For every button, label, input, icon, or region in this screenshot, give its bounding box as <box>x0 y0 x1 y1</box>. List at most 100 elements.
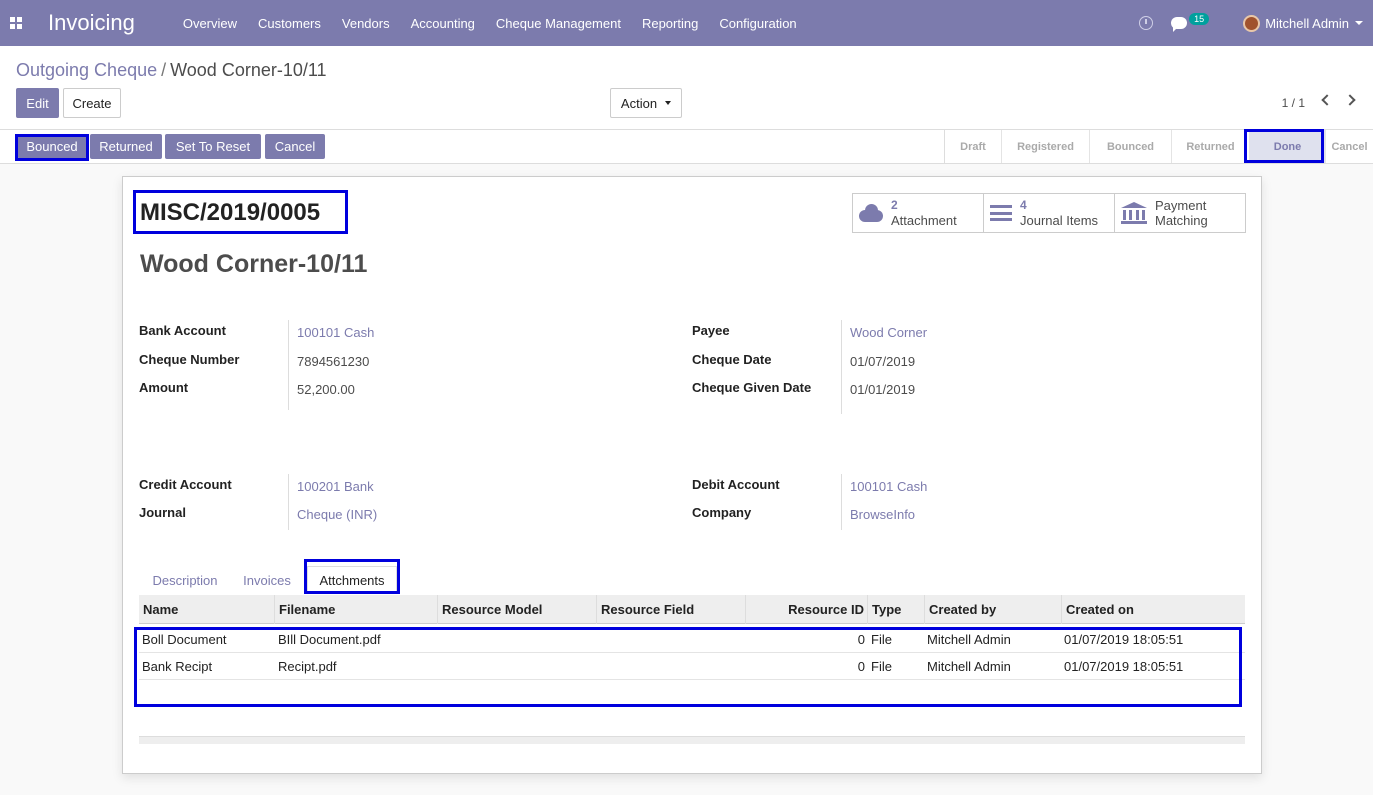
stage-draft: Draft <box>945 130 1002 163</box>
menu-accounting[interactable]: Accounting <box>411 16 475 31</box>
payment-matching-text: Payment Matching <box>1155 198 1208 228</box>
amount-value: 52,200.00 <box>297 382 355 397</box>
debit-account-value[interactable]: 100101 Cash <box>850 479 927 494</box>
menu-overview[interactable]: Overview <box>183 16 237 31</box>
cell-type: File <box>871 659 892 674</box>
tab-attachments[interactable]: Attchments <box>307 566 397 594</box>
action-caret-icon <box>665 101 672 105</box>
cancel-button[interactable]: Cancel <box>265 134 325 159</box>
menu-vendors[interactable]: Vendors <box>342 16 390 31</box>
journal-items-smart-text: 4 Journal Items <box>1020 198 1098 228</box>
menu-configuration[interactable]: Configuration <box>719 16 796 31</box>
app-brand[interactable]: Invoicing <box>48 10 135 36</box>
breadcrumb: Outgoing Cheque / Wood Corner-10/11 <box>16 60 327 81</box>
field-divider <box>288 474 289 530</box>
col-name[interactable]: Name <box>139 595 275 624</box>
journal-items-smart-button[interactable]: 4 Journal Items <box>984 194 1115 232</box>
cheque-date-value: 01/07/2019 <box>850 354 916 369</box>
cell-created-on: 01/07/2019 18:05:51 <box>1064 659 1184 674</box>
stage-registered: Registered <box>1002 130 1090 163</box>
table-row[interactable]: Boll Document BIll Document.pdf 0 File M… <box>139 626 1245 653</box>
payee-label: Payee <box>692 323 730 338</box>
company-value[interactable]: BrowseInfo <box>850 507 915 522</box>
col-created-on[interactable]: Created on <box>1062 595 1245 624</box>
attachment-label: Attachment <box>891 213 957 228</box>
payment-matching-line2: Matching <box>1155 213 1208 228</box>
menu-customers[interactable]: Customers <box>258 16 321 31</box>
field-divider <box>288 320 289 410</box>
cell-created-by: Mitchell Admin <box>927 659 1011 674</box>
action-dropdown[interactable]: Action <box>610 88 682 118</box>
bank-account-label: Bank Account <box>139 323 226 338</box>
attachment-count: 2 <box>891 198 898 212</box>
cheque-given-date-label: Cheque Given Date <box>692 380 812 395</box>
apps-menu-icon[interactable] <box>10 17 22 29</box>
user-avatar[interactable] <box>1243 14 1261 32</box>
bank-account-value[interactable]: 100101 Cash <box>297 325 374 340</box>
cheque-given-date-value: 01/01/2019 <box>850 382 916 397</box>
stage-returned: Returned <box>1172 130 1250 163</box>
cell-filename: Recipt.pdf <box>278 659 337 674</box>
cheque-number-value: 7894561230 <box>297 354 370 369</box>
bank-icon <box>1121 202 1147 224</box>
payment-matching-smart-button[interactable]: Payment Matching <box>1115 194 1245 232</box>
user-name[interactable]: Mitchell Admin <box>1265 16 1349 31</box>
main-menu: Overview Customers Vendors Accounting Ch… <box>183 16 818 31</box>
edit-button[interactable]: Edit <box>16 88 59 118</box>
payee-value[interactable]: Wood Corner <box>850 325 927 340</box>
journal-value[interactable]: Cheque (INR) <box>297 507 377 522</box>
pager-value[interactable]: 1 / 1 <box>1282 96 1305 110</box>
create-button[interactable]: Create <box>63 88 121 118</box>
pager-next-icon[interactable] <box>1344 94 1356 106</box>
cell-resource-id: 0 <box>857 632 865 647</box>
col-created-by[interactable]: Created by <box>925 595 1062 624</box>
stage-done: Done <box>1250 130 1326 163</box>
action-label: Action <box>620 95 658 111</box>
journal-items-count: 4 <box>1020 198 1027 212</box>
amount-label: Amount <box>139 380 189 395</box>
attachments-table-header: Name Filename Resource Model Resource Fi… <box>139 595 1245 624</box>
col-resource-id[interactable]: Resource ID <box>746 595 868 624</box>
credit-account-label: Credit Account <box>139 477 232 492</box>
cell-filename: BIll Document.pdf <box>278 632 381 647</box>
col-resource-model[interactable]: Resource Model <box>438 595 597 624</box>
col-resource-field[interactable]: Resource Field <box>597 595 746 624</box>
tab-invoices[interactable]: Invoices <box>235 566 299 594</box>
menu-reporting[interactable]: Reporting <box>642 16 698 31</box>
stage-bounced: Bounced <box>1090 130 1172 163</box>
statusbar: Bounced Returned Set To Reset Cancel Dra… <box>0 130 1373 164</box>
bounced-button[interactable]: Bounced <box>18 134 86 159</box>
pager-previous-icon[interactable] <box>1321 94 1333 106</box>
breadcrumb-current: Wood Corner-10/11 <box>170 60 327 80</box>
company-label: Company <box>692 505 752 520</box>
journal-label: Journal <box>139 505 186 520</box>
col-filename[interactable]: Filename <box>275 595 438 624</box>
menu-cheque-management[interactable]: Cheque Management <box>496 16 621 31</box>
cheque-date-label: Cheque Date <box>692 352 772 367</box>
cell-type: File <box>871 632 892 647</box>
smart-button-box: 2 Attachment 4 Journal Items Payment Mat… <box>852 193 1246 233</box>
chat-icon[interactable] <box>1171 17 1188 32</box>
breadcrumb-parent[interactable]: Outgoing Cheque <box>16 60 157 80</box>
table-footer <box>139 736 1245 744</box>
top-navbar: Invoicing Overview Customers Vendors Acc… <box>0 0 1373 46</box>
breadcrumb-separator: / <box>161 60 167 80</box>
cloud-upload-icon <box>859 204 883 222</box>
stage-cancel: Cancel <box>1331 140 1368 153</box>
field-divider <box>841 320 842 414</box>
col-type[interactable]: Type <box>868 595 925 624</box>
set-to-reset-button[interactable]: Set To Reset <box>165 134 261 159</box>
navbar-right: 15 Mitchell Admin <box>1139 0 1373 46</box>
control-panel: Outgoing Cheque / Wood Corner-10/11 Edit C… <box>0 46 1373 130</box>
user-menu-caret-icon[interactable] <box>1355 21 1363 25</box>
table-row[interactable]: Bank Recipt Recipt.pdf 0 File Mitchell A… <box>139 653 1245 680</box>
activity-clock-icon[interactable] <box>1139 16 1154 30</box>
payment-matching-line1: Payment <box>1155 198 1207 213</box>
tab-description[interactable]: Description <box>143 566 227 594</box>
field-divider <box>841 474 842 530</box>
returned-button[interactable]: Returned <box>90 134 162 159</box>
chat-count-badge: 15 <box>1189 13 1210 25</box>
cell-created-by: Mitchell Admin <box>927 632 1011 647</box>
attachment-smart-button[interactable]: 2 Attachment <box>853 194 984 232</box>
credit-account-value[interactable]: 100201 Bank <box>297 479 374 494</box>
